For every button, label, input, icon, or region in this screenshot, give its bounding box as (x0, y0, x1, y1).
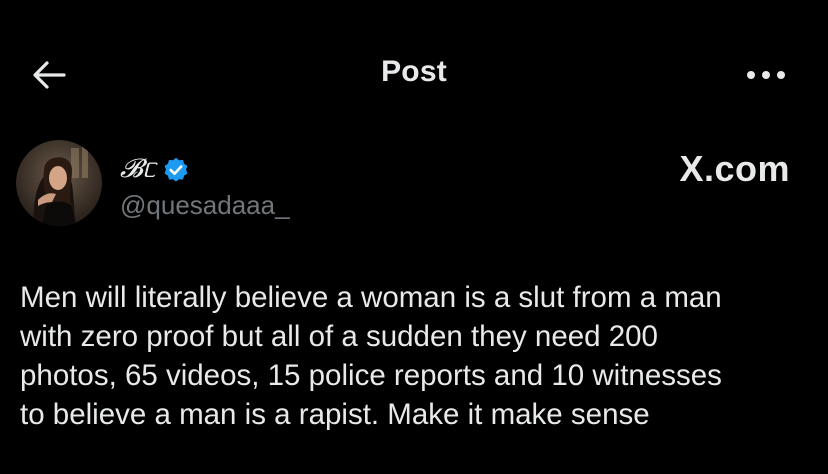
more-options-button[interactable] (738, 60, 794, 90)
page-title: Post (381, 55, 447, 88)
more-horizontal-icon (747, 71, 785, 79)
post-screen: Post 𝓑ᥴ @quesadaaa_ X.com Men will liter… (0, 0, 828, 474)
display-name[interactable]: 𝓑ᥴ (120, 154, 190, 185)
tweet-text: Men will literally believe a woman is a … (20, 281, 722, 431)
x-com-watermark: X.com (679, 148, 790, 189)
verified-badge-icon (164, 157, 188, 182)
author-block: 𝓑ᥴ @quesadaaa_ (16, 140, 416, 230)
display-name-text: 𝓑ᥴ (120, 154, 156, 184)
user-handle[interactable]: @quesadaaa_ (120, 190, 290, 221)
top-bar: Post (0, 0, 828, 150)
avatar[interactable] (16, 140, 102, 226)
